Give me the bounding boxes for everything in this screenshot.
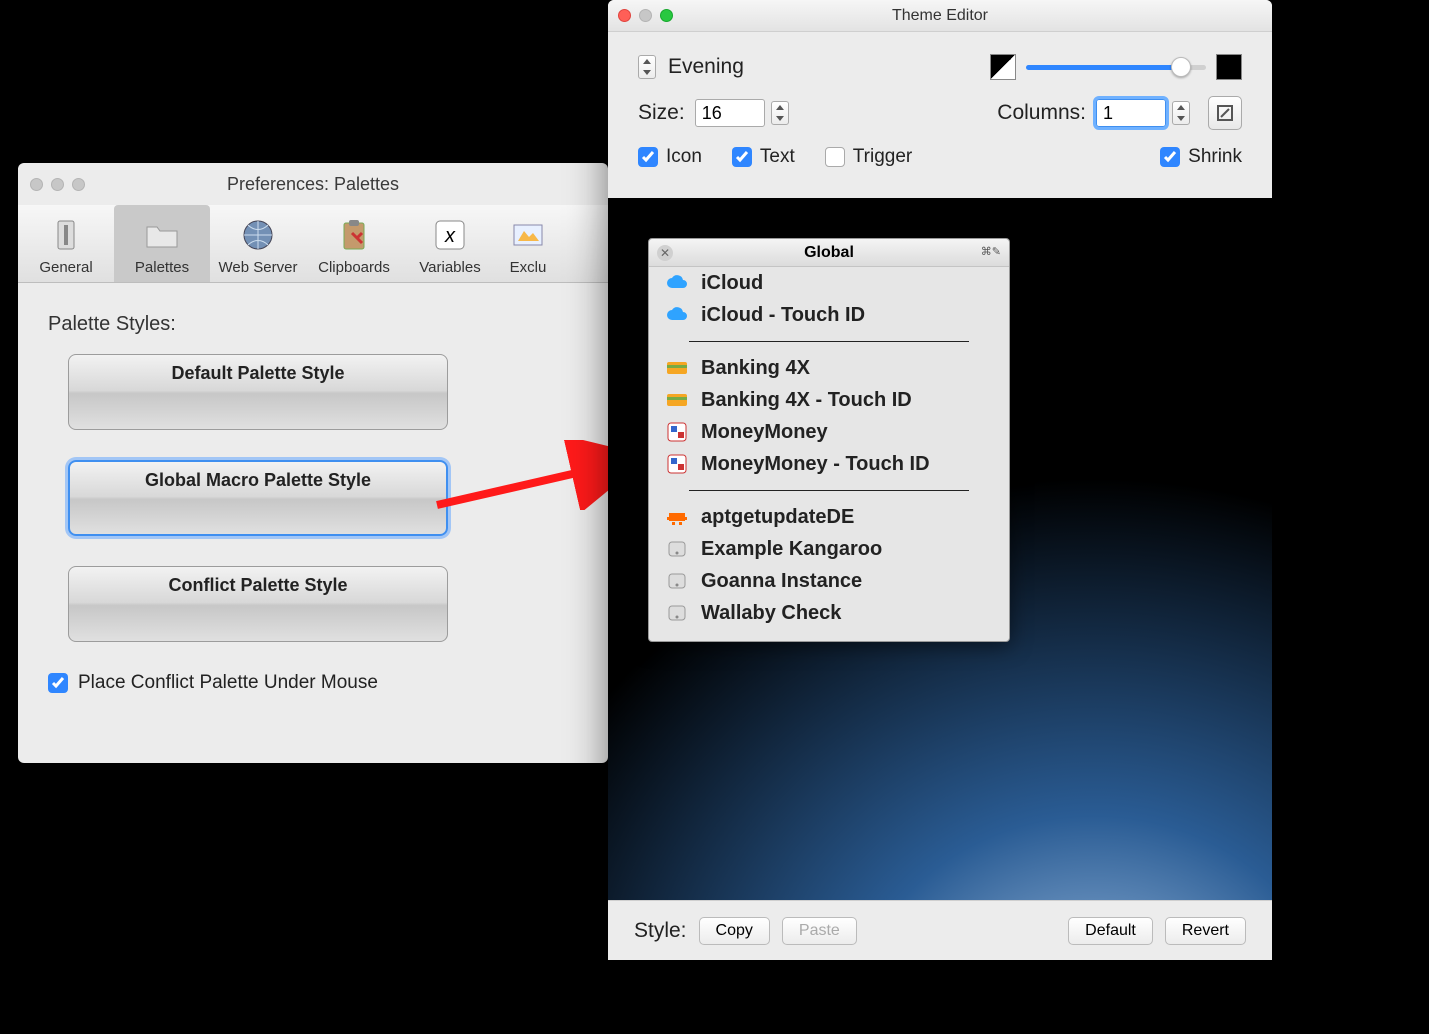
color-end-swatch[interactable] bbox=[1216, 54, 1242, 80]
cloud-icon bbox=[665, 271, 689, 295]
drive-icon bbox=[665, 601, 689, 625]
theme-editor-title: Theme Editor bbox=[608, 7, 1272, 25]
preferences-toolbar: General Palettes Web Server Clipboards x… bbox=[18, 205, 608, 283]
shrink-checkbox[interactable] bbox=[1160, 147, 1180, 167]
palette-separator bbox=[689, 341, 969, 342]
theme-titlebar: Theme Editor bbox=[608, 0, 1272, 32]
preferences-body: Palette Styles: Default Palette Style Gl… bbox=[18, 283, 608, 714]
folder-icon bbox=[114, 213, 210, 257]
palette-item[interactable]: iCloud - Touch ID bbox=[649, 299, 1009, 331]
size-stepper[interactable] bbox=[771, 101, 789, 125]
place-conflict-label: Place Conflict Palette Under Mouse bbox=[78, 672, 378, 694]
globe-icon bbox=[210, 213, 306, 257]
alien-icon bbox=[665, 505, 689, 529]
text-checkbox[interactable] bbox=[732, 147, 752, 167]
preferences-titlebar: Preferences: Palettes bbox=[18, 163, 608, 205]
palette-edit-button[interactable]: ⌘✎ bbox=[981, 245, 1001, 258]
default-button[interactable]: Default bbox=[1068, 917, 1153, 945]
columns-label: Columns: bbox=[997, 101, 1086, 125]
card-icon bbox=[665, 388, 689, 412]
preset-stepper[interactable] bbox=[638, 55, 656, 79]
paste-button[interactable]: Paste bbox=[782, 917, 857, 945]
palette-item[interactable]: Goanna Instance bbox=[649, 565, 1009, 597]
palette-item[interactable]: MoneyMoney - Touch ID bbox=[649, 448, 1009, 480]
icon-checkbox-label: Icon bbox=[666, 146, 702, 168]
revert-button[interactable]: Revert bbox=[1165, 917, 1246, 945]
palette-item[interactable]: Example Kangaroo bbox=[649, 533, 1009, 565]
tab-palettes[interactable]: Palettes bbox=[114, 205, 210, 282]
shrink-checkbox-label: Shrink bbox=[1188, 146, 1242, 168]
cloud-icon bbox=[665, 303, 689, 327]
style-label: Style: bbox=[634, 919, 687, 943]
palette-separator bbox=[689, 490, 969, 491]
theme-preview: ✕ Global ⌘✎ iCloud iCloud - Touch ID Banki… bbox=[608, 198, 1272, 900]
palette-item-label: Wallaby Check bbox=[701, 602, 841, 625]
preset-name: Evening bbox=[668, 55, 744, 79]
style-conflict[interactable]: Conflict Palette Style bbox=[68, 566, 448, 642]
palette-item[interactable]: iCloud bbox=[649, 267, 1009, 299]
card-icon bbox=[665, 356, 689, 380]
palette-title: Global bbox=[804, 244, 854, 262]
size-label: Size: bbox=[638, 101, 685, 125]
svg-text:x: x bbox=[444, 225, 456, 247]
palette-header: ✕ Global ⌘✎ bbox=[649, 239, 1009, 267]
preferences-title: Preferences: Palettes bbox=[18, 174, 608, 195]
drive-icon bbox=[665, 537, 689, 561]
variable-icon: x bbox=[402, 213, 498, 257]
palette-item-label: aptgetupdateDE bbox=[701, 506, 854, 529]
tab-excluded[interactable]: Exclu bbox=[498, 205, 558, 282]
palette-item-label: Goanna Instance bbox=[701, 570, 862, 593]
place-conflict-checkbox[interactable] bbox=[48, 673, 68, 693]
text-checkbox-label: Text bbox=[760, 146, 795, 168]
palette-item[interactable]: Banking 4X - Touch ID bbox=[649, 384, 1009, 416]
theme-editor-window: Theme Editor Evening Size: Columns: bbox=[608, 0, 1272, 960]
palette-item-label: MoneyMoney - Touch ID bbox=[701, 453, 930, 476]
palette-item-label: MoneyMoney bbox=[701, 421, 828, 444]
palette-item[interactable]: Wallaby Check bbox=[649, 597, 1009, 629]
palette-item-label: iCloud - Touch ID bbox=[701, 304, 865, 327]
palette-close-button[interactable]: ✕ bbox=[657, 245, 673, 261]
palette-item-label: Example Kangaroo bbox=[701, 538, 882, 561]
palette-styles-label: Palette Styles: bbox=[48, 313, 578, 336]
palette-item[interactable]: Banking 4X bbox=[649, 352, 1009, 384]
global-palette: ✕ Global ⌘✎ iCloud iCloud - Touch ID Banki… bbox=[648, 238, 1010, 642]
palette-item-label: iCloud bbox=[701, 272, 763, 295]
app-icon bbox=[665, 452, 689, 476]
palette-item[interactable]: MoneyMoney bbox=[649, 416, 1009, 448]
theme-controls: Evening Size: Columns: Icon bbox=[608, 32, 1272, 198]
app-icon bbox=[665, 420, 689, 444]
tab-variables[interactable]: x Variables bbox=[402, 205, 498, 282]
columns-input[interactable] bbox=[1096, 99, 1166, 127]
palette-item-label: Banking 4X - Touch ID bbox=[701, 389, 912, 412]
columns-stepper[interactable] bbox=[1172, 101, 1190, 125]
contrast-slider[interactable] bbox=[1026, 65, 1206, 70]
tab-general[interactable]: General bbox=[18, 205, 114, 282]
preferences-window: Preferences: Palettes General Palettes W… bbox=[18, 163, 608, 763]
color-start-swatch[interactable] bbox=[990, 54, 1016, 80]
tab-clipboards[interactable]: Clipboards bbox=[306, 205, 402, 282]
apps-icon bbox=[498, 213, 558, 257]
size-input[interactable] bbox=[695, 99, 765, 127]
slider-icon bbox=[18, 213, 114, 257]
palette-item[interactable]: aptgetupdateDE bbox=[649, 501, 1009, 533]
theme-bottom-bar: Style: Copy Paste Default Revert bbox=[608, 900, 1272, 960]
trigger-checkbox[interactable] bbox=[825, 147, 845, 167]
style-default[interactable]: Default Palette Style bbox=[68, 354, 448, 430]
copy-button[interactable]: Copy bbox=[699, 917, 770, 945]
trigger-checkbox-label: Trigger bbox=[853, 146, 912, 168]
icon-checkbox[interactable] bbox=[638, 147, 658, 167]
style-global-macro[interactable]: Global Macro Palette Style bbox=[68, 460, 448, 536]
tab-web-server[interactable]: Web Server bbox=[210, 205, 306, 282]
edit-layout-button[interactable] bbox=[1208, 96, 1242, 130]
drive-icon bbox=[665, 569, 689, 593]
clipboard-icon bbox=[306, 213, 402, 257]
palette-item-label: Banking 4X bbox=[701, 357, 810, 380]
